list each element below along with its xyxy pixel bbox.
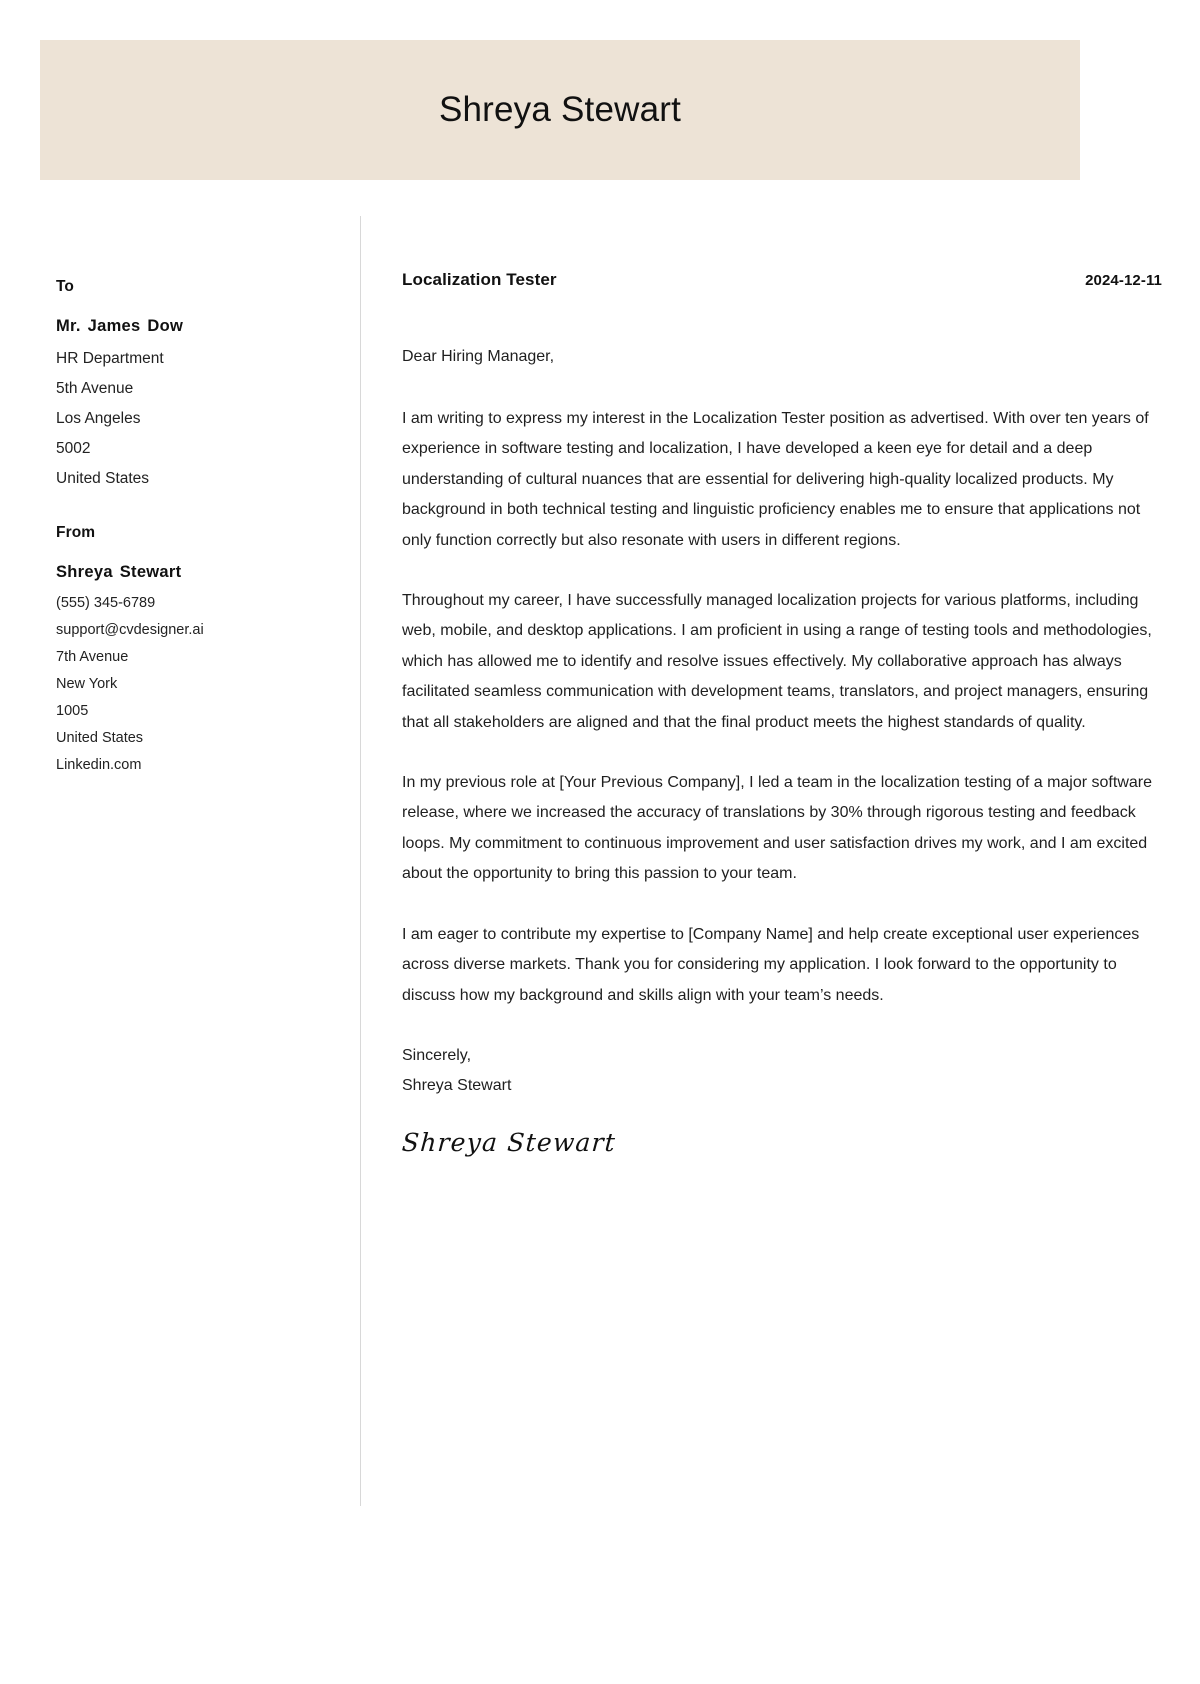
- letter-paragraph: I am eager to contribute my expertise to…: [402, 925, 1140, 1004]
- address-sidebar: To Mr. James Dow HR Department 5th Avenu…: [0, 212, 360, 779]
- recipient-address-line: United States: [56, 470, 150, 487]
- sender-address-line: 1005: [56, 703, 89, 719]
- recipient-address-line: 5002: [56, 440, 91, 457]
- sender-name: Shreya Stewart: [56, 563, 182, 581]
- sender-phone: (555) 345-6789: [56, 595, 156, 611]
- sender-linkedin: Linkedin.com: [56, 757, 142, 773]
- recipient-address-line: 5th Avenue: [56, 380, 134, 397]
- from-label: From: [56, 524, 96, 541]
- sender-address-line: 7th Avenue: [56, 649, 129, 665]
- salutation: Dear Hiring Manager,: [402, 348, 555, 365]
- letter-paragraph: Throughout my career, I have successfull…: [402, 592, 1152, 731]
- sender-block: From Shreya Stewart (555) 345-6789 suppo…: [56, 524, 346, 779]
- letter-paragraph: In my previous role at [Your Previous Co…: [402, 774, 1152, 883]
- signature-image: Shreya Stewart: [400, 1127, 618, 1157]
- job-title: Localization Tester: [402, 270, 557, 289]
- header-banner: Shreya Stewart: [40, 40, 1080, 180]
- cover-letter-page: Shreya Stewart To Mr. James Dow HR Depar…: [0, 0, 1200, 1684]
- letter-header-row: Localization Tester 2024-12-11: [402, 270, 1162, 290]
- sender-email: support@cvdesigner.ai: [56, 622, 204, 638]
- closing-salutation: Sincerely,: [402, 1046, 472, 1064]
- recipient-address-line: Los Angeles: [56, 410, 141, 427]
- to-label: To: [56, 278, 74, 295]
- recipient-address-line: HR Department: [56, 350, 164, 367]
- letter-date: 2024-12-11: [1085, 272, 1162, 289]
- recipient-block: To Mr. James Dow HR Department 5th Avenu…: [56, 278, 346, 494]
- document-body: To Mr. James Dow HR Department 5th Avenu…: [0, 212, 1200, 1506]
- closing-block: Sincerely, Shreya Stewart Shreya Stewart: [400, 1041, 1162, 1157]
- sender-address-line: United States: [56, 730, 144, 746]
- letter-paragraph: I am writing to express my interest in t…: [402, 410, 1149, 549]
- closing-name: Shreya Stewart: [402, 1077, 512, 1095]
- sender-address-line: New York: [56, 676, 118, 692]
- letter-content: Localization Tester 2024-12-11 Dear Hiri…: [361, 212, 1200, 1157]
- recipient-name: Mr. James Dow: [56, 317, 184, 335]
- page-title: Shreya Stewart: [438, 90, 682, 129]
